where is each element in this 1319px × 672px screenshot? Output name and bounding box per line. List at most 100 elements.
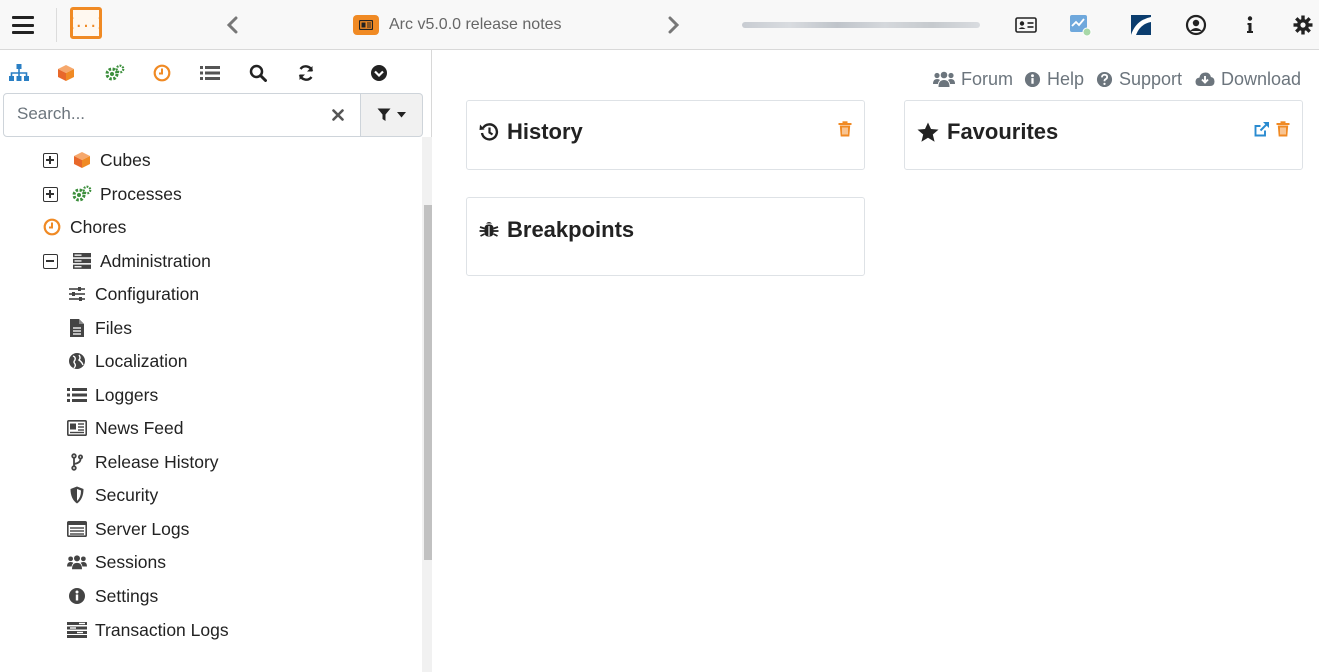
monitor-status-icon[interactable] (1067, 12, 1093, 38)
tree-item-label: Sessions (95, 551, 167, 572)
scrollbar-thumb[interactable] (424, 205, 432, 560)
tree-item-chores[interactable]: Chores (42, 215, 126, 239)
list-icon (67, 385, 87, 405)
support-link[interactable]: Support (1096, 67, 1182, 91)
tree-item-sessions[interactable]: Sessions (67, 550, 166, 574)
sitemap-icon[interactable] (8, 62, 30, 84)
filter-icon (377, 108, 391, 121)
tree-item-label: Settings (95, 585, 159, 606)
tree-item-label: Release History (95, 451, 219, 472)
list-icon[interactable] (199, 62, 221, 84)
chevron-right-icon (668, 16, 680, 34)
arc-logo[interactable]: [...] (68, 7, 104, 39)
chevron-left-icon (226, 16, 238, 34)
tree-item-localization[interactable]: Localization (67, 349, 187, 373)
sidebar: Cubes Processes Chores Administration Co… (0, 50, 432, 672)
tree-item-label: Loggers (95, 384, 159, 405)
globe-icon (67, 351, 87, 371)
breakpoints-title: Breakpoints (507, 217, 635, 242)
cogs-icon[interactable] (104, 62, 126, 84)
stream-icon (67, 620, 87, 640)
tree-item-server-logs[interactable]: Server Logs (67, 517, 189, 541)
cloud-download-icon (1195, 72, 1215, 86)
breakpoints-card-title: Breakpoints (479, 217, 634, 243)
caret-down-icon (397, 112, 406, 118)
tree-item-label: Security (95, 484, 159, 505)
clock-icon (42, 217, 62, 237)
refresh-icon[interactable] (295, 62, 317, 84)
expand-icon[interactable] (43, 152, 58, 168)
tree-item-settings[interactable]: Settings (67, 584, 158, 608)
history-card-title: History (479, 119, 583, 145)
download-link[interactable]: Download (1195, 67, 1301, 91)
favourites-card: Favourites (904, 100, 1303, 170)
tree-item-label: Localization (95, 350, 188, 371)
help-link[interactable]: Help (1024, 67, 1084, 91)
divider (56, 8, 57, 42)
users-icon (67, 552, 87, 572)
next-tab-button[interactable] (664, 14, 684, 36)
history-card: History (466, 100, 865, 170)
shield-icon (67, 485, 87, 505)
users-icon (933, 71, 955, 87)
user-circle-icon[interactable] (1183, 12, 1209, 38)
search-input[interactable] (17, 94, 317, 134)
tree-item-label: Server Logs (95, 518, 190, 539)
breakpoints-card: Breakpoints (466, 197, 865, 276)
tree-item-news-feed[interactable]: News Feed (67, 416, 184, 440)
active-tab[interactable]: Arc v5.0.0 release notes (353, 13, 562, 37)
cogs-icon (72, 184, 92, 204)
tree-item-label: Processes (100, 183, 182, 204)
tree-item-cubes[interactable]: Cubes (43, 148, 151, 172)
info-circle-icon (67, 586, 87, 606)
server-icon (72, 251, 92, 271)
tree-item-security[interactable]: Security (67, 483, 158, 507)
collapse-icon[interactable] (43, 253, 58, 269)
star-icon (917, 122, 939, 142)
server-address-blurred (742, 20, 980, 30)
tree-item-processes[interactable]: Processes (43, 182, 182, 206)
cube-icon (72, 150, 92, 170)
tree-item-loggers[interactable]: Loggers (67, 383, 158, 407)
search-box (3, 93, 361, 137)
tree-item-label: Administration (100, 250, 211, 271)
external-link-icon[interactable] (1254, 121, 1270, 137)
filter-dropdown-button[interactable] (361, 93, 423, 137)
history-icon (479, 123, 499, 141)
forum-label: Forum (961, 68, 1014, 89)
expand-icon[interactable] (43, 186, 58, 202)
download-label: Download (1221, 68, 1302, 89)
search-icon[interactable] (247, 62, 269, 84)
favourites-card-title: Favourites (917, 119, 1058, 145)
menu-icon[interactable] (10, 13, 36, 37)
clear-search-icon[interactable] (330, 107, 346, 123)
tree-item-configuration[interactable]: Configuration (67, 282, 199, 306)
info-icon[interactable] (1237, 12, 1263, 38)
clock-icon[interactable] (151, 62, 173, 84)
tree-item-label: Configuration (95, 283, 200, 304)
tree-item-release-history[interactable]: Release History (67, 450, 219, 474)
bug-icon (479, 222, 499, 237)
forum-link[interactable]: Forum (933, 67, 1013, 91)
chevron-circle-down-icon[interactable] (368, 62, 390, 84)
file-icon (67, 318, 87, 338)
help-label: Help (1047, 68, 1085, 89)
trash-icon[interactable] (838, 121, 852, 137)
tree-item-label: Chores (70, 216, 127, 237)
previous-tab-button[interactable] (222, 14, 242, 36)
top-bar: [...] Arc v5.0.0 release notes (0, 0, 1319, 50)
tree-item-label: News Feed (95, 417, 184, 438)
id-card-icon[interactable] (1013, 12, 1039, 38)
tree-item-transaction-logs[interactable]: Transaction Logs (67, 618, 229, 642)
tree-item-label: Files (95, 317, 132, 338)
tab-title: Arc v5.0.0 release notes (389, 16, 562, 33)
gear-icon[interactable] (1290, 12, 1316, 38)
planning-analytics-icon[interactable] (1128, 12, 1154, 38)
terminal-log-icon (67, 519, 87, 539)
cube-icon[interactable] (55, 62, 77, 84)
tree-item-administration[interactable]: Administration (43, 249, 211, 273)
tree-item-files[interactable]: Files (67, 316, 132, 340)
history-title: History (507, 119, 583, 144)
question-circle-icon (1096, 71, 1113, 87)
trash-icon[interactable] (1276, 121, 1290, 137)
